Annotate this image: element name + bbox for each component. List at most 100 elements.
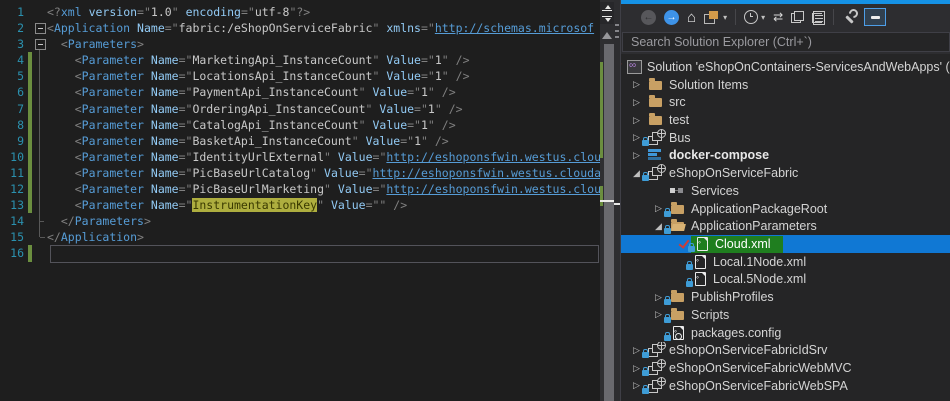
tree-item-bus[interactable]: ▷Bus [621,129,950,147]
code-text[interactable]: <Application Name="fabric:/eShopOnServic… [47,20,600,36]
lock-icon [688,246,695,252]
tree-item-src[interactable]: ▷src [621,93,950,111]
preview-selected-items-icon [871,16,880,19]
line-number: 12 [0,181,28,197]
code-line-4[interactable]: 4 <Parameter Name="MarketingApi_Instance… [0,52,600,68]
pending-changes-filter-button[interactable] [744,10,758,24]
collapse-box-icon[interactable] [35,39,46,50]
code-text[interactable]: <Parameter Name="LocationsApi_InstanceCo… [47,68,600,84]
line-number: 4 [0,52,28,68]
chevron-collapsed-icon[interactable]: ▷ [633,97,647,108]
code-line-1[interactable]: 1 <?xml version="1.0" encoding="utf-8"?> [0,4,600,20]
collapse-all-button[interactable] [791,11,804,23]
scroll-up-arrow-icon[interactable] [602,32,612,39]
code-text[interactable]: </Application> [47,229,600,245]
tree-item-scripts[interactable]: ▷Scripts [621,306,950,324]
tree-item-label: Cloud.xml [715,237,771,251]
chevron-collapsed-icon[interactable]: ▷ [633,79,647,90]
back-button[interactable]: ← [641,10,656,25]
code-text[interactable]: <Parameters> [47,36,600,52]
tree-item-publishprofiles[interactable]: ▷PublishProfiles [621,288,950,306]
code-line-12[interactable]: 12 <Parameter Name="PicBaseUrlMarketing"… [0,181,600,197]
tree-item-eshoponservicefabricwebspa[interactable]: ▷eShopOnServiceFabricWebSPA [621,377,950,395]
forward-button[interactable]: → [664,10,679,25]
folder-icon [669,308,687,322]
toolbar-separator [833,9,834,25]
code-editor[interactable]: 1<?xml version="1.0" encoding="utf-8"?>2… [0,0,600,401]
globe-icon [657,164,666,173]
tree-item-eshoponservicefabric[interactable]: ◢eShopOnServiceFabric [621,164,950,182]
tree-item-solution-eshoponcontainers-servicesandwebapps-3[interactable]: Solution 'eShopOnContainers-ServicesAndW… [621,58,950,76]
code-text[interactable]: <Parameter Name="IdentityUrlExternal" Va… [47,149,600,165]
line-number: 6 [0,84,28,100]
code-line-6[interactable]: 6 <Parameter Name="PaymentApi_InstanceCo… [0,84,600,100]
code-text[interactable]: </Parameters> [47,213,600,229]
code-line-14[interactable]: 14 </Parameters> [0,213,600,229]
folder-icon [669,290,687,304]
solution-tree: Solution 'eShopOnContainers-ServicesAndW… [621,54,950,401]
line-number: 1 [0,4,28,20]
tree-item-services[interactable]: Services [621,182,950,200]
tree-item-solution-items[interactable]: ▷Solution Items [621,76,950,94]
tree-item-local-5node-xml[interactable]: Local.5Node.xml [621,271,950,289]
docker-compose-icon [648,149,661,160]
editor-scrollbar[interactable] [600,0,614,401]
tree-item-applicationparameters[interactable]: ◢ApplicationParameters [621,217,950,235]
code-line-3[interactable]: 3 <Parameters> [0,36,600,52]
code-text[interactable]: <Parameter Name="MarketingApi_InstanceCo… [47,52,600,68]
tree-item-label: Local.1Node.xml [713,255,806,269]
collapse-box-icon[interactable] [35,23,46,34]
tree-item-test[interactable]: ▷test [621,111,950,129]
code-text[interactable]: <Parameter Name="BasketApi_InstanceCount… [47,133,600,149]
tree-item-cloud-xml[interactable]: Cloud.xml [621,235,950,253]
code-line-13[interactable]: 13 <Parameter Name="InstrumentationKey" … [0,197,600,213]
tree-item-docker-compose[interactable]: ▷docker-compose [621,147,950,165]
code-line-11[interactable]: 11 <Parameter Name="PicBaseUrlCatalog" V… [0,165,600,181]
folder-icon [647,78,665,92]
properties-button[interactable] [842,10,856,24]
lock-icon [664,299,671,305]
tree-item-eshoponservicefabricwebmvc[interactable]: ▷eShopOnServiceFabricWebMVC [621,359,950,377]
lock-icon [642,388,649,394]
sync-with-active-document-button[interactable]: ⇄ [773,10,783,24]
folder-icon [649,81,662,90]
filter-dropdown[interactable]: ▾ [761,13,765,22]
show-all-files-button[interactable] [812,11,825,23]
code-text[interactable]: <Parameter Name="OrderingApi_InstanceCou… [47,101,600,117]
tree-item-label: packages.config [691,326,781,340]
change-annotation-mark [600,186,603,206]
code-line-10[interactable]: 10 <Parameter Name="IdentityUrlExternal"… [0,149,600,165]
folder-icon [647,113,665,127]
scrollbar-split-grip[interactable] [600,2,614,24]
code-text[interactable]: <Parameter Name="InstrumentationKey" Val… [47,197,600,213]
chevron-collapsed-icon[interactable]: ▷ [633,115,647,126]
code-line-5[interactable]: 5 <Parameter Name="LocationsApi_Instance… [0,68,600,84]
code-line-7[interactable]: 7 <Parameter Name="OrderingApi_InstanceC… [0,101,600,117]
tree-item-packages-config[interactable]: packages.config [621,324,950,342]
tree-item-eshoponservicefabricidsrv[interactable]: ▷eShopOnServiceFabricIdSrv [621,342,950,360]
switch-views-dropdown[interactable]: ▾ [723,13,727,22]
code-text[interactable]: <?xml version="1.0" encoding="utf-8"?> [47,4,600,20]
line-number: 2 [0,20,28,36]
code-line-15[interactable]: 15</Application> [0,229,600,245]
switch-views-button[interactable] [704,11,720,24]
code-line-2[interactable]: 2 <Application Name="fabric:/eShopOnServi… [0,20,600,36]
code-text[interactable]: <Parameter Name="PicBaseUrlCatalog" Valu… [47,165,600,181]
code-line-8[interactable]: 8 <Parameter Name="CatalogApi_InstanceCo… [0,117,600,133]
code-text[interactable]: <Parameter Name="PicBaseUrlMarketing" Va… [47,181,600,197]
lock-icon [686,281,693,287]
home-button[interactable]: ⌂ [687,9,696,26]
chevron-collapsed-icon[interactable]: ▷ [633,150,647,161]
open-folder-icon [671,222,684,231]
search-input[interactable] [622,32,950,52]
code-line-9[interactable]: 9 <Parameter Name="BasketApi_InstanceCou… [0,133,600,149]
code-text[interactable]: <Parameter Name="PaymentApi_InstanceCoun… [47,84,600,100]
scrollbar-thumb[interactable] [604,44,614,401]
wrench-icon [842,10,856,24]
sfproj-icon [647,343,665,357]
code-text[interactable]: <Parameter Name="CatalogApi_InstanceCoun… [47,117,600,133]
tree-item-applicationpackageroot[interactable]: ▷ApplicationPackageRoot [621,200,950,218]
tree-item-local-1node-xml[interactable]: Local.1Node.xml [621,253,950,271]
home-icon: ⌂ [687,9,696,26]
preview-selected-items-toggle[interactable] [864,8,886,26]
